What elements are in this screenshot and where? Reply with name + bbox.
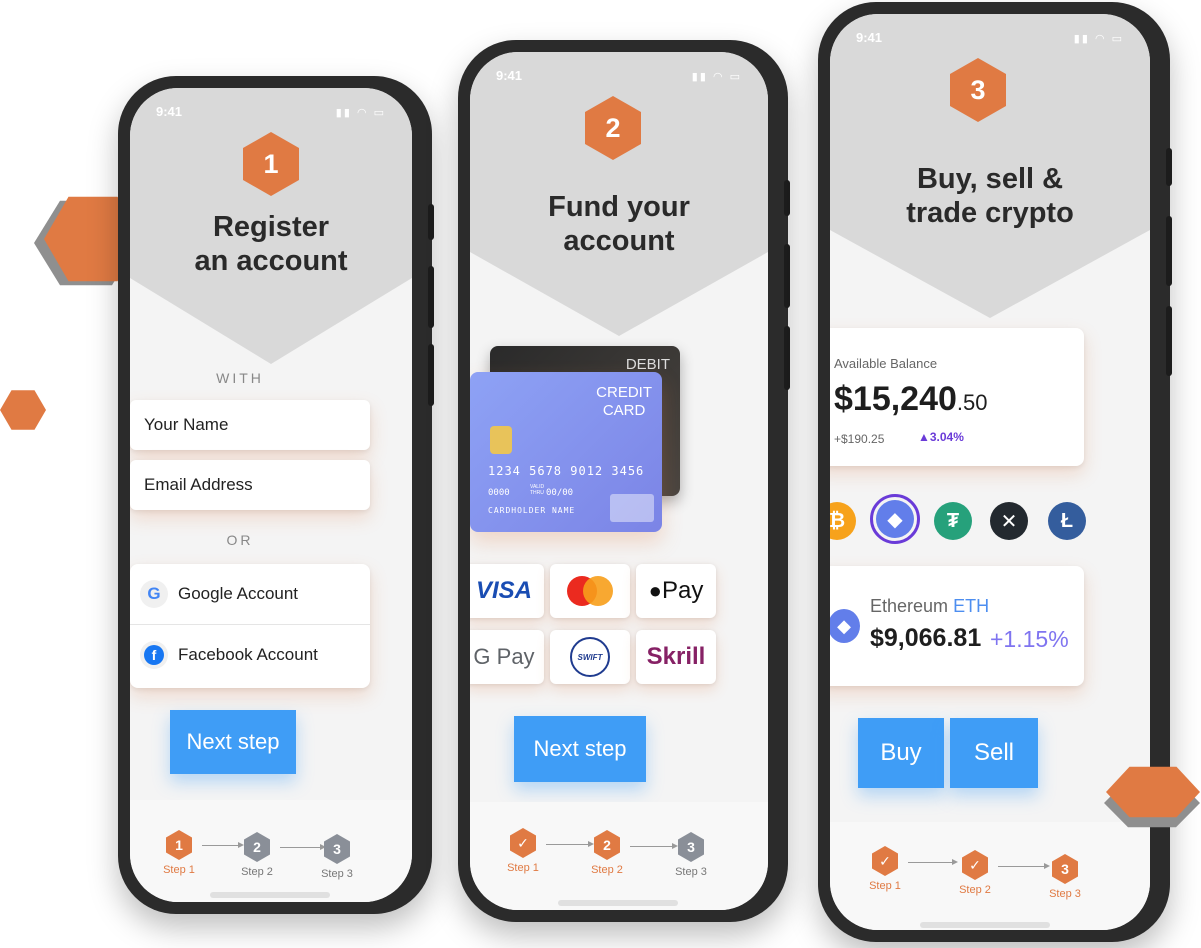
- sell-button[interactable]: Sell: [950, 718, 1038, 788]
- arrow-icon: [202, 842, 244, 848]
- google-login-button[interactable]: G Google Account: [130, 564, 370, 625]
- step1-hex: 1: [166, 830, 192, 860]
- arrow-icon: [546, 841, 594, 847]
- step1-hex: ✓: [872, 846, 898, 876]
- bitcoin-icon[interactable]: ₿: [830, 502, 856, 540]
- mastercard-icon: [565, 574, 615, 608]
- tether-icon[interactable]: ₮: [934, 502, 972, 540]
- social-login-box: G Google Account f Facebook Account: [130, 564, 370, 688]
- map-icon: [610, 494, 654, 522]
- arrow-icon: [630, 843, 678, 849]
- arrow-icon: [998, 863, 1050, 869]
- screen: 9:41 ▮▮ ◠ ▭ 1 Register an account WITH Y…: [130, 88, 412, 902]
- swift-tile[interactable]: SWIFT: [550, 630, 630, 684]
- step3-label: Step 3: [321, 868, 353, 880]
- name-field[interactable]: Your Name: [130, 400, 370, 450]
- google-label: Google Account: [178, 584, 299, 603]
- card-number: 1234 5678 9012 3456: [488, 464, 645, 478]
- step2-hex: ✓: [962, 850, 988, 880]
- asset-price: $9,066.81: [870, 624, 982, 652]
- debit-label: DEBIT: [625, 356, 670, 373]
- card-holder: CARDHOLDER NAME: [488, 506, 576, 515]
- decor-hexagon: [0, 390, 46, 430]
- step2-label: Step 2: [241, 866, 273, 878]
- change-amount: +$190.25: [834, 432, 885, 446]
- change-percent: ▲3.04%: [918, 430, 964, 444]
- asset-name: Ethereum ETH: [870, 596, 990, 616]
- status-icons: ▮▮ ◠ ▭: [1073, 33, 1124, 45]
- asset-change: +1.15%: [990, 626, 1069, 652]
- apple-icon: ●: [648, 578, 662, 603]
- arrow-icon: [908, 859, 958, 865]
- coin-row: ₿ ◆ ₮ ✕ Ł: [830, 492, 1130, 552]
- stepper: ✓ Step 1 2 Step 2 3 Step 3: [470, 802, 768, 910]
- phone-register: 9:41 ▮▮ ◠ ▭ 1 Register an account WITH Y…: [118, 76, 434, 914]
- google-pay-tile[interactable]: G Pay: [470, 630, 544, 684]
- step2-hex: 2: [594, 830, 620, 860]
- with-label: WITH: [216, 370, 264, 386]
- visa-tile[interactable]: VISA: [470, 564, 544, 618]
- step1-label: Step 1: [507, 862, 539, 874]
- step3-label: Step 3: [1049, 888, 1081, 900]
- balance-label: Available Balance: [834, 356, 938, 371]
- ethereum-icon[interactable]: ◆: [870, 494, 920, 544]
- email-field[interactable]: Email Address: [130, 460, 370, 510]
- ethereum-icon: ◆: [830, 604, 860, 648]
- stepper: ✓ Step 1 ✓ Step 2 3 Step 3: [830, 822, 1150, 930]
- step2-label: Step 2: [591, 864, 623, 876]
- card-expiry: 00/00: [546, 488, 574, 498]
- status-time: 9:41: [496, 68, 523, 83]
- step2-hex: 2: [244, 832, 270, 862]
- step3-hex: 3: [678, 832, 704, 862]
- step1-hex: ✓: [510, 828, 536, 858]
- card-small-number: 0000: [488, 488, 510, 498]
- facebook-label: Facebook Account: [178, 645, 318, 664]
- status-time: 9:41: [856, 30, 883, 45]
- chip-icon: [490, 426, 512, 454]
- apple-pay-tile[interactable]: ● Pay: [636, 564, 716, 618]
- facebook-icon: f: [140, 641, 168, 669]
- page-title: Fund your account: [548, 191, 690, 257]
- page-title: Register an account: [194, 211, 348, 277]
- swift-icon: SWIFT: [570, 637, 610, 677]
- step3-label: Step 3: [675, 866, 707, 878]
- status-icons: ▮▮ ◠ ▭: [691, 71, 742, 83]
- step3-hex: 3: [324, 834, 350, 864]
- asset-card[interactable]: ◆ Ethereum ETH $9,066.81 +1.15%: [830, 566, 1084, 686]
- page-title: Buy, sell & trade crypto: [906, 163, 1074, 229]
- screen: 9:41 ▮▮ ◠ ▭ 3 Buy, sell & trade crypto A…: [830, 14, 1150, 930]
- next-step-button[interactable]: Next step: [170, 710, 296, 774]
- status-time: 9:41: [156, 104, 183, 119]
- step3-hex: 3: [1052, 854, 1078, 884]
- credit-card: CREDIT CARD 1234 5678 9012 3456 0000 VAL…: [470, 372, 662, 532]
- status-icons: ▮▮ ◠ ▭: [335, 107, 386, 119]
- xrp-icon[interactable]: ✕: [990, 502, 1028, 540]
- or-label: OR: [226, 532, 254, 548]
- screen: 9:41 ▮▮ ◠ ▭ 2 Fund your account DEBIT CR…: [470, 52, 768, 910]
- facebook-login-button[interactable]: f Facebook Account: [130, 624, 370, 686]
- next-step-button[interactable]: Next step: [514, 716, 646, 782]
- balance-value: $15,240.50: [834, 380, 988, 418]
- litecoin-icon[interactable]: Ł: [1048, 502, 1086, 540]
- phone-fund: 9:41 ▮▮ ◠ ▭ 2 Fund your account DEBIT CR…: [458, 40, 790, 922]
- mastercard-tile[interactable]: [550, 564, 630, 618]
- buy-button[interactable]: Buy: [858, 718, 944, 788]
- step1-label: Step 1: [163, 864, 195, 876]
- arrow-icon: [280, 844, 326, 850]
- google-icon: G: [140, 580, 168, 608]
- balance-card: Available Balance $15,240.50 +$190.25 ▲3…: [830, 328, 1084, 466]
- skrill-tile[interactable]: Skrill: [636, 630, 716, 684]
- step2-label: Step 2: [959, 884, 991, 896]
- step1-label: Step 1: [869, 880, 901, 892]
- stepper: 1 Step 1 2 Step 2 3 Step 3: [130, 800, 412, 902]
